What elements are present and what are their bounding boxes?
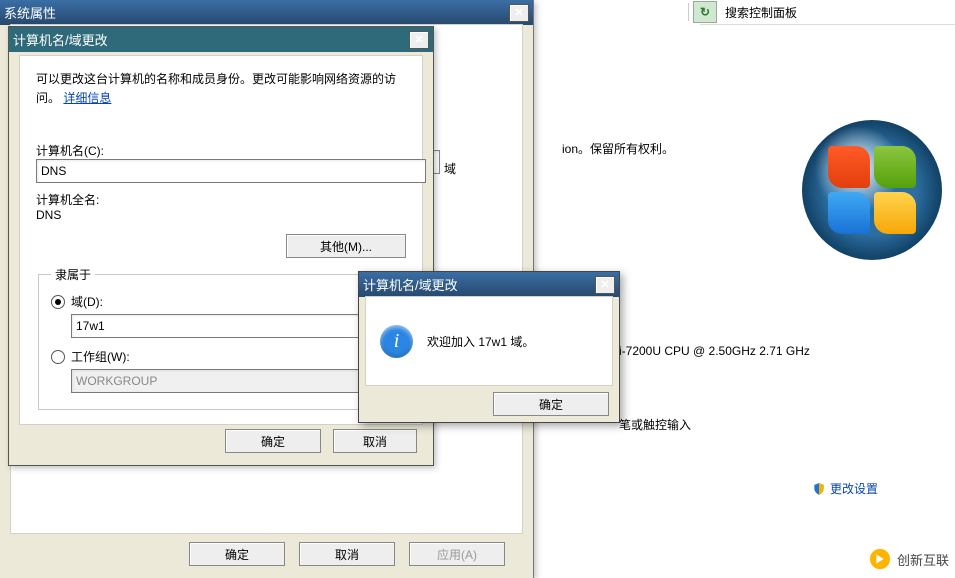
name-domain-title: 计算机名/域更改 [13,30,108,49]
member-of-legend: 隶属于 [51,266,95,283]
close-icon[interactable]: ✕ [409,31,429,49]
name-domain-button-bar: 确定 取消 [9,429,433,459]
refresh-icon[interactable]: ↻ [693,1,717,23]
change-settings-link[interactable]: 更改设置 [812,480,878,497]
cancel-button[interactable]: 取消 [299,542,395,566]
system-properties-titlebar[interactable]: 系统属性 ✕ [0,0,533,25]
close-icon[interactable]: ✕ [509,4,529,22]
system-properties-title: 系统属性 [4,3,56,22]
radio-icon[interactable] [51,350,65,364]
other-button[interactable]: 其他(M)... [286,234,406,258]
ok-button[interactable]: 确定 [225,429,321,453]
cpu-text: i-7200U CPU @ 2.50GHz 2.71 GHz [619,344,810,358]
control-panel-topbar: ↻ 搜索控制面板 [700,0,955,25]
windows-logo-icon [802,120,942,260]
messagebox-titlebar[interactable]: 计算机名/域更改 ✕ [359,272,619,297]
computer-name-label: 计算机名(C): [36,142,406,159]
full-name-label: 计算机全名: [36,191,406,208]
apply-button[interactable]: 应用(A) [409,542,505,566]
welcome-message-box: 计算机名/域更改 ✕ i 欢迎加入 17w1 域。 确定 [358,271,620,423]
more-info-link[interactable]: 详细信息 [63,91,111,105]
watermark: 创新互联 [869,548,949,570]
watermark-icon [869,548,891,570]
cancel-button[interactable]: 取消 [333,429,417,453]
radio-icon[interactable] [51,295,65,309]
messagebox-title: 计算机名/域更改 [363,275,458,294]
ok-button[interactable]: 确定 [189,542,285,566]
name-domain-titlebar[interactable]: 计算机名/域更改 ✕ [9,27,433,52]
touch-text: 笔或触控输入 [619,416,691,433]
messagebox-text: 欢迎加入 17w1 域。 [427,333,534,350]
change-settings-label: 更改设置 [830,480,878,497]
info-icon: i [380,325,413,358]
shield-icon [812,482,826,496]
rights-text: ion。保留所有权利。 [562,140,674,157]
domain-suffix-text: 域 [444,160,456,177]
search-placeholder[interactable]: 搜索控制面板 [725,4,797,21]
full-name-value: DNS [36,208,406,222]
computer-name-input[interactable] [36,159,426,183]
domain-radio-label: 域(D): [71,293,103,310]
system-properties-button-bar: 确定 取消 应用(A) [0,542,533,572]
description-text: 可以更改这台计算机的名称和成员身份。更改可能影响网络资源的访问。 详细信息 [36,70,406,108]
close-icon[interactable]: ✕ [595,276,615,294]
ok-button[interactable]: 确定 [493,392,609,416]
workgroup-radio-label: 工作组(W): [71,348,130,365]
